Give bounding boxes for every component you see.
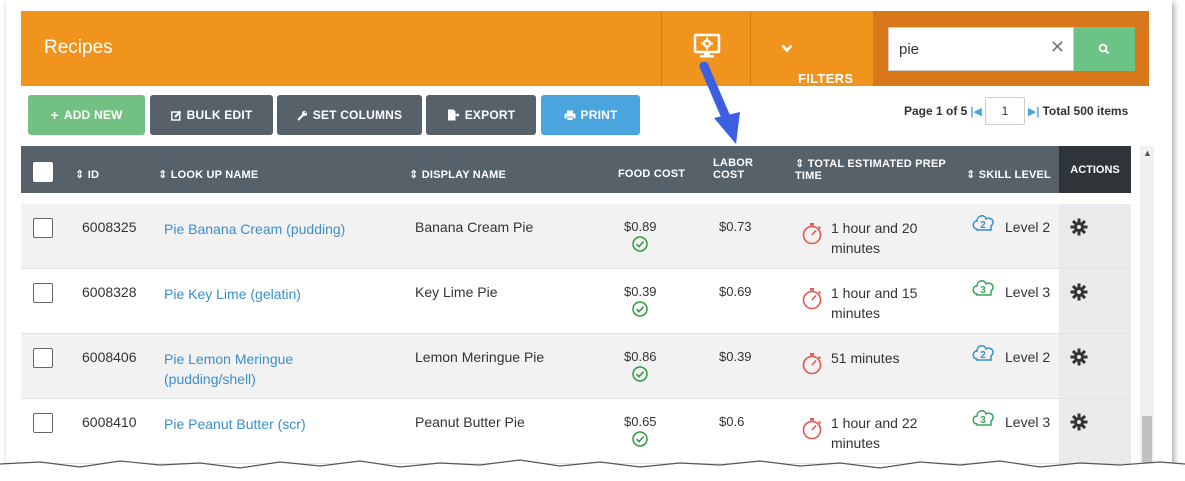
gear-icon — [1070, 218, 1088, 236]
header-food-cost[interactable]: FOOD COST — [618, 168, 685, 180]
clear-search-icon[interactable]: ✕ — [1050, 37, 1065, 58]
stopwatch-icon — [802, 288, 822, 310]
svg-text:3: 3 — [980, 285, 986, 296]
row-id: 6008328 — [82, 284, 137, 300]
gear-icon — [1070, 348, 1088, 366]
page-number-input[interactable]: 1 — [984, 97, 1025, 125]
check-circle-icon — [632, 431, 649, 447]
chef-hat-icon: 2 — [972, 345, 994, 361]
chef-hat-icon: 2 — [972, 215, 994, 231]
check-circle-icon — [632, 301, 649, 317]
row-id: 6008410 — [82, 414, 137, 430]
row-display-name: Banana Cream Pie — [415, 219, 534, 235]
chevron-down-icon — [781, 44, 793, 53]
chef-hat-icon: 3 — [972, 280, 994, 296]
wrench-icon — [296, 110, 307, 121]
torn-edge — [0, 459, 1185, 481]
select-all-checkbox[interactable] — [33, 162, 53, 182]
check-circle-icon — [632, 236, 649, 252]
first-page-icon[interactable]: |◀ — [970, 105, 982, 118]
row-food-cost: $0.65 — [624, 414, 657, 450]
search-area: ✕ — [873, 11, 1149, 86]
row-labor-cost: $0.39 — [719, 349, 752, 364]
svg-text:2: 2 — [980, 350, 986, 361]
screenshot-frame: Recipes FILTERS pie ✕ + ADD NEW BULK EDI… — [0, 0, 1185, 481]
row-display-name: Lemon Meringue Pie — [415, 349, 545, 365]
stopwatch-icon — [802, 418, 822, 440]
pagination: Page 1 of 5 |◀ 1 ▶| Total 500 items — [904, 97, 1128, 125]
row-display-name: Peanut Butter Pie — [415, 414, 525, 430]
header-lookup-name[interactable]: ⇕ LOOK UP NAME — [158, 168, 258, 181]
row-lookup-name-link[interactable]: Pie Key Lime (gelatin) — [164, 284, 301, 304]
table-row[interactable]: 6008406 Pie Lemon Meringue (pudding/shell)… — [21, 334, 1131, 399]
row-labor-cost: $0.6 — [719, 414, 745, 429]
add-new-label: ADD NEW — [63, 108, 123, 122]
header-skill-level[interactable]: ⇕ SKILL LEVEL — [966, 168, 1051, 181]
row-food-cost: $0.89 — [624, 219, 657, 255]
plus-icon: + — [50, 107, 59, 123]
search-input[interactable] — [899, 38, 1039, 60]
gear-icon — [1070, 413, 1088, 431]
vertical-scrollbar[interactable]: ▲ — [1140, 146, 1154, 466]
last-page-icon[interactable]: ▶| — [1028, 105, 1040, 118]
search-button[interactable] — [1074, 27, 1135, 71]
monitor-gear-icon — [693, 33, 721, 58]
header-prep-time[interactable]: ⇕ TOTAL ESTIMATED PREP TIME — [795, 157, 946, 182]
row-display-name: Key Lime Pie — [415, 284, 498, 300]
printer-icon — [564, 110, 575, 121]
table-header: ⇕ ID ⇕ LOOK UP NAME ⇕ DISPLAY NAME FOOD … — [21, 146, 1131, 193]
add-new-button[interactable]: + ADD NEW — [28, 95, 145, 135]
header-id[interactable]: ⇕ ID — [75, 168, 99, 181]
row-lookup-name-link[interactable]: Pie Peanut Butter (scr) — [164, 414, 306, 434]
chef-hat-icon: 3 — [972, 410, 994, 426]
print-button[interactable]: PRINT — [541, 95, 640, 135]
svg-text:3: 3 — [980, 415, 986, 426]
search-icon — [1098, 43, 1110, 55]
table-row[interactable]: 6008328 Pie Key Lime (gelatin) Key Lime Pi… — [21, 269, 1131, 334]
svg-text:2: 2 — [980, 220, 986, 231]
row-checkbox[interactable] — [33, 348, 53, 368]
filters-label: FILTERS — [798, 71, 854, 86]
bulk-edit-button[interactable]: BULK EDIT — [150, 95, 273, 135]
stopwatch-icon — [802, 353, 822, 375]
header-display-name[interactable]: ⇕ DISPLAY NAME — [409, 168, 506, 181]
stopwatch-icon — [802, 223, 822, 245]
row-id: 6008325 — [82, 219, 137, 235]
row-lookup-name-link[interactable]: Pie Lemon Meringue (pudding/shell) — [164, 349, 293, 389]
row-id: 6008406 — [82, 349, 137, 365]
check-circle-icon — [632, 366, 649, 382]
row-labor-cost: $0.73 — [719, 219, 752, 234]
print-label: PRINT — [580, 108, 618, 122]
set-columns-label: SET COLUMNS — [312, 108, 403, 122]
scroll-up-icon[interactable]: ▲ — [1143, 148, 1152, 158]
header-actions: ACTIONS — [1059, 146, 1131, 193]
row-actions-button[interactable] — [1059, 269, 1131, 333]
row-actions-button[interactable] — [1059, 204, 1131, 268]
row-checkbox[interactable] — [33, 283, 53, 303]
row-food-cost: $0.86 — [624, 349, 657, 385]
export-button[interactable]: EXPORT — [426, 95, 536, 135]
export-file-icon — [447, 109, 460, 121]
search-box: ✕ — [888, 27, 1074, 71]
recipes-panel: Recipes FILTERS pie ✕ + ADD NEW BULK EDI… — [6, 0, 1172, 468]
header-bar: Recipes FILTERS pie ✕ — [21, 11, 1149, 86]
filters-button[interactable]: FILTERS — [752, 11, 873, 86]
annotation-arrow-icon — [699, 62, 740, 144]
edit-icon — [170, 110, 181, 121]
row-food-cost: $0.39 — [624, 284, 657, 320]
gear-icon — [1070, 283, 1088, 301]
table-row[interactable]: 6008325 Pie Banana Cream (pudding) Banana … — [21, 204, 1131, 269]
row-labor-cost: $0.69 — [719, 284, 752, 299]
row-lookup-name-link[interactable]: Pie Banana Cream (pudding) — [164, 219, 345, 239]
row-checkbox[interactable] — [33, 413, 53, 433]
set-columns-button[interactable]: SET COLUMNS — [277, 95, 422, 135]
export-label: EXPORT — [464, 108, 516, 122]
page-title: Recipes — [44, 37, 113, 58]
header-labor-cost[interactable]: LABOR COST — [713, 157, 753, 181]
total-items-text: Total 500 items — [1042, 104, 1129, 118]
row-checkbox[interactable] — [33, 218, 53, 238]
page-text: Page 1 of 5 — [904, 104, 968, 118]
row-actions-button[interactable] — [1059, 334, 1131, 398]
bulk-edit-label: BULK EDIT — [186, 108, 253, 122]
